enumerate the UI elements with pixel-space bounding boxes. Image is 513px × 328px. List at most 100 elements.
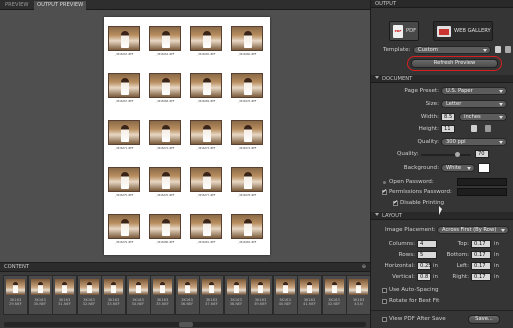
units-value: inches — [464, 114, 481, 120]
quality-slider-knob[interactable] — [455, 152, 460, 157]
filmstrip-scrollbar[interactable] — [4, 322, 366, 327]
pdf-button-label: PDF — [406, 28, 417, 34]
permissions-password-field[interactable] — [457, 188, 507, 196]
template-select[interactable]: Custom — [413, 46, 491, 54]
quality-slider[interactable] — [421, 152, 471, 157]
landscape-orientation-icon[interactable] — [485, 125, 491, 132]
quality-ppi-label: Quality: — [417, 139, 439, 145]
tab-preview[interactable]: Preview — [2, 1, 32, 10]
thumbnail-photo — [190, 120, 222, 145]
save-button[interactable]: Save... — [468, 315, 500, 324]
left-field[interactable]: 0.17 — [471, 262, 491, 270]
thumbnail-caption: _3K16279.NEF — [114, 241, 134, 244]
vertical-unit: in — [433, 274, 438, 280]
quality-ppi-value: 300 ppi — [446, 139, 466, 145]
chevron-down-icon — [499, 90, 503, 93]
bottom-field[interactable]: 0.17 — [471, 251, 491, 259]
sheet-thumbnail: _3K16282.NEF — [231, 214, 263, 246]
web-gallery-button[interactable]: WEB GALLERY — [433, 21, 493, 41]
sheet-thumbnail: _3K16280.NEF — [149, 214, 181, 246]
horizontal-unit: in — [433, 263, 438, 269]
height-field[interactable]: 11 — [441, 125, 455, 133]
right-field[interactable]: 0.17 — [471, 273, 491, 281]
filmstrip-frame[interactable]: 3K163 39.NEF — [248, 275, 273, 315]
width-field[interactable]: 8.5 — [441, 113, 455, 121]
image-placement-select[interactable]: Across First (By Row) — [437, 226, 509, 234]
chevron-down-icon — [467, 167, 471, 170]
frame-photo — [30, 279, 50, 295]
scrollbar-thumb[interactable] — [179, 322, 193, 327]
output-header[interactable]: Output — [371, 0, 513, 8]
columns-label: Columns: — [388, 241, 415, 247]
thumbnail-caption: _3K16270.NEF — [237, 100, 257, 103]
page-preset-label: Page Preset: — [404, 88, 439, 94]
filmstrip-frame[interactable]: 3K163 36.NEF — [174, 275, 200, 315]
filmstrip-frame[interactable]: 3K163 38.NEF — [223, 275, 249, 315]
size-select[interactable]: Letter — [441, 100, 507, 108]
frame-label: 3K163 39.NEF — [254, 298, 267, 307]
height-label: Height: — [418, 126, 439, 132]
view-pdf-checkbox[interactable] — [382, 317, 387, 322]
disable-printing-checkbox[interactable] — [393, 199, 398, 206]
tab-output-preview[interactable]: Output Preview — [34, 1, 87, 10]
thumbnail-caption: _3K16263.NEF — [114, 53, 134, 56]
delete-template-icon[interactable] — [505, 46, 511, 53]
pdf-button[interactable]: PDF — [389, 21, 419, 41]
document-section-header[interactable]: Document — [371, 75, 513, 83]
frame-label: 3K163 38.NEF — [229, 298, 243, 307]
layout-section-header[interactable]: Layout — [371, 212, 513, 220]
image-placement-label: Image Placement: — [385, 227, 436, 233]
thumbnail-photo — [231, 214, 263, 239]
filmstrip-frame[interactable]: 3K163 31.NEF — [52, 275, 77, 315]
filmstrip-frame[interactable]: 3K163 32.NEF — [76, 275, 102, 315]
filmstrip-frame[interactable]: 3K163 41.NEF — [297, 275, 322, 315]
content-menu-icon[interactable]: ⊕ — [362, 263, 366, 272]
refresh-preview-button[interactable]: Refresh Preview — [411, 59, 498, 68]
thumbnail-caption: _3K16273.NEF — [196, 147, 216, 150]
thumbnail-caption: _3K16264.NEF — [155, 53, 175, 56]
thumbnail-photo — [231, 73, 263, 98]
filmstrip-frame[interactable]: 3K163 30.NEF — [27, 275, 53, 315]
sheet-thumbnail: _3K16264.NEF — [149, 26, 181, 58]
sheet-thumbnail: _3K16263.NEF — [108, 26, 140, 58]
filmstrip-frame[interactable]: 3K163 33.NEF — [101, 275, 126, 315]
filmstrip-frame[interactable]: 3K163 40.NEF — [272, 275, 298, 315]
thumbnail-caption: _3K16269.NEF — [196, 100, 216, 103]
filmstrip-frame[interactable]: 3K163 37.NEF — [199, 275, 224, 315]
frame-label: 3K163 33.NEF — [107, 298, 120, 307]
quality-field[interactable]: 70 — [475, 150, 489, 158]
preview-pane: Preview Output Preview _3K16263.NEF _3K16… — [0, 0, 370, 262]
chevron-down-icon — [501, 229, 505, 232]
filmstrip-frame[interactable]: 3K163 43.N — [346, 275, 371, 315]
open-password-field[interactable] — [457, 178, 507, 186]
filmstrip-frame[interactable]: 3K163 35.NEF — [150, 275, 175, 315]
rotate-checkbox[interactable] — [382, 299, 387, 304]
sheet-thumbnail: _3K16269.NEF — [190, 73, 222, 105]
columns-field[interactable]: 4 — [417, 240, 437, 248]
frame-photo — [226, 279, 246, 295]
quality-ppi-select[interactable]: 300 ppi — [441, 138, 507, 146]
thumbnail-photo — [108, 120, 140, 145]
radio-dot[interactable] — [383, 181, 386, 184]
rows-field[interactable]: 5 — [417, 251, 437, 259]
auto-spacing-label: Use Auto-Spacing — [389, 287, 439, 293]
frame-photo — [275, 279, 295, 295]
page-preset-select[interactable]: U.S. Paper — [441, 87, 507, 95]
units-select[interactable]: inches — [459, 113, 507, 121]
horizontal-field[interactable]: 0.25 — [417, 262, 432, 270]
background-color-swatch[interactable] — [478, 163, 490, 173]
filmstrip-frame[interactable]: 3K163 42.NEF — [321, 275, 347, 315]
filmstrip-frame[interactable]: 3K163 34.NEF — [125, 275, 151, 315]
auto-spacing-checkbox[interactable] — [382, 288, 387, 293]
save-template-icon[interactable] — [495, 46, 501, 53]
vertical-field[interactable]: 0.8 — [417, 273, 431, 281]
portrait-orientation-icon[interactable] — [471, 125, 477, 132]
background-select[interactable]: White — [441, 164, 475, 172]
size-label: Size: — [425, 101, 439, 107]
jpeg-quality-label: Quality: — [397, 151, 419, 157]
output-header-label: Output — [375, 1, 397, 7]
top-field[interactable]: 0.17 — [471, 240, 491, 248]
filmstrip-frame[interactable]: 3K163 29.NEF — [3, 275, 28, 315]
permissions-checkbox[interactable] — [382, 188, 387, 195]
template-label: Template: — [383, 47, 411, 53]
